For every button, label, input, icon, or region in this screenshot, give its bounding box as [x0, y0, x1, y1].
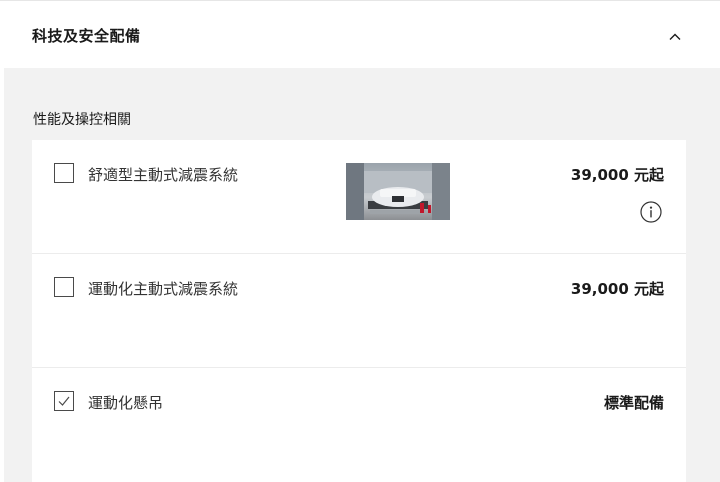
option-checkbox[interactable] [54, 163, 74, 183]
section-title: 性能及操控相關 [33, 112, 131, 128]
options-card: 舒適型主動式減震系統 39,000 元起 運動化主動式減震系統 39,000 元… [32, 140, 686, 482]
option-row: 運動化主動式減震系統 39,000 元起 [32, 254, 686, 368]
accordion-header[interactable]: 科技及安全配備 [0, 1, 720, 68]
option-label[interactable]: 運動化主動式減震系統 [88, 278, 238, 299]
accordion-title: 科技及安全配備 [32, 27, 141, 45]
option-price: 39,000 元起 [570, 166, 664, 184]
car-thumbnail-image [346, 163, 450, 220]
option-row: 舒適型主動式減震系統 39,000 元起 [32, 140, 686, 254]
option-checkbox[interactable] [54, 277, 74, 297]
option-status: 標準配備 [603, 394, 664, 412]
option-label[interactable]: 運動化懸吊 [88, 392, 163, 413]
chevron-up-icon[interactable] [668, 30, 682, 44]
option-row: 運動化懸吊 標準配備 [32, 368, 686, 481]
accordion-panel: 性能及操控相關 舒適型主動式減震系統 39,000 元起 運動化主動式減震系統 … [4, 68, 720, 482]
option-label[interactable]: 舒適型主動式減震系統 [88, 164, 238, 185]
info-icon[interactable] [640, 201, 662, 223]
option-checkbox-checked[interactable] [54, 391, 74, 411]
checkmark-icon [58, 396, 70, 406]
option-thumbnail[interactable] [346, 163, 450, 220]
option-price: 39,000 元起 [570, 280, 664, 298]
